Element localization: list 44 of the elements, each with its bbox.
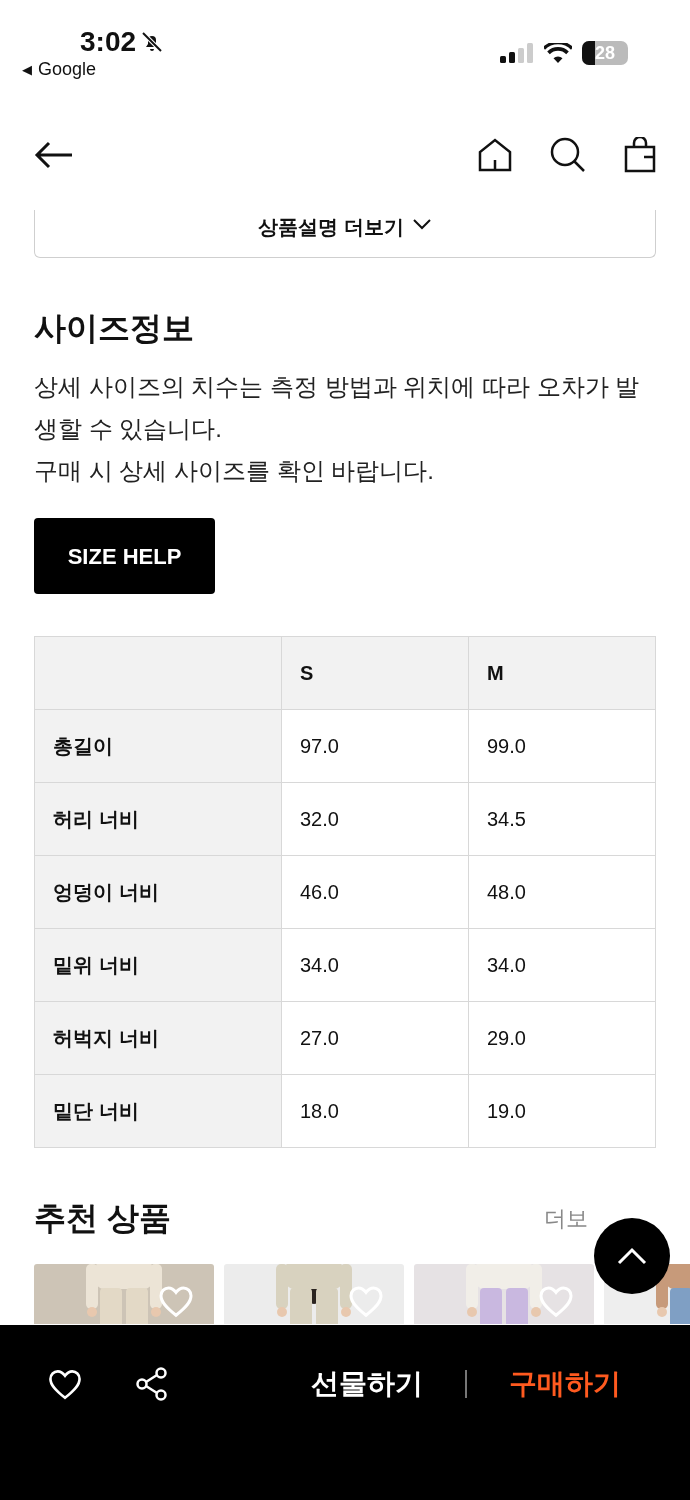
table-cell: 29.0 [468,1001,656,1075]
table-cell: 19.0 [468,1074,656,1148]
heart-icon[interactable] [47,1368,83,1400]
back-arrow-icon[interactable] [34,140,74,170]
home-icon[interactable] [478,138,512,172]
wifi-icon [544,43,572,63]
table-cell: 46.0 [281,855,469,929]
table-row-header: 총길이 [34,709,282,783]
signal-icon [500,43,534,63]
chevron-down-icon [411,218,432,230]
shopping-bag-icon[interactable] [624,137,656,173]
section-title: 사이즈정보 [34,309,195,348]
table-cell: 48.0 [468,855,656,929]
table-cell: 34.0 [281,928,469,1002]
more-link[interactable]: 더보 [544,1201,588,1235]
table-cell: 34.0 [468,928,656,1002]
table-cell: 97.0 [281,709,469,783]
chevron-up-icon [617,1247,647,1265]
size-note: 상세 사이즈의 치수는 측정 방법과 위치에 따라 오차가 발생할 수 있습니다. [34,372,641,444]
gift-button[interactable]: 선물하기 [311,1363,423,1405]
table-row-header: 밑위 너비 [34,928,282,1002]
back-app-label[interactable]: Google [38,60,97,78]
table-header-cell: M [468,636,656,710]
table-cell: 27.0 [281,1001,469,1075]
bell-off-icon [140,30,165,54]
table-cell: 34.5 [468,782,656,856]
buy-button[interactable]: 구매하기 [509,1363,621,1405]
back-app-arrow[interactable]: ◀ [22,62,32,76]
table-row-header: 엉덩이 너비 [34,855,282,929]
size-help-button[interactable]: SIZE HELP [34,518,215,594]
table-cell: 99.0 [468,709,656,783]
table-row-header: 허벅지 너비 [34,1001,282,1075]
table-row-header: 허리 너비 [34,782,282,856]
size-note: 구매 시 상세 사이즈를 확인 바랍니다. [34,456,435,486]
expand-description-button[interactable]: 상품설명 더보기 [34,210,656,258]
clock-time: 3:02 [80,28,137,56]
table-cell: 32.0 [281,782,469,856]
table-header-cell: S [281,636,469,710]
table-cell: 18.0 [281,1074,469,1148]
battery-indicator: 28 [582,41,628,65]
table-row-header: 밑단 너비 [34,1074,282,1148]
share-icon[interactable] [135,1367,169,1401]
search-icon[interactable] [550,137,586,173]
section-title: 추천 상품 [34,1199,171,1238]
